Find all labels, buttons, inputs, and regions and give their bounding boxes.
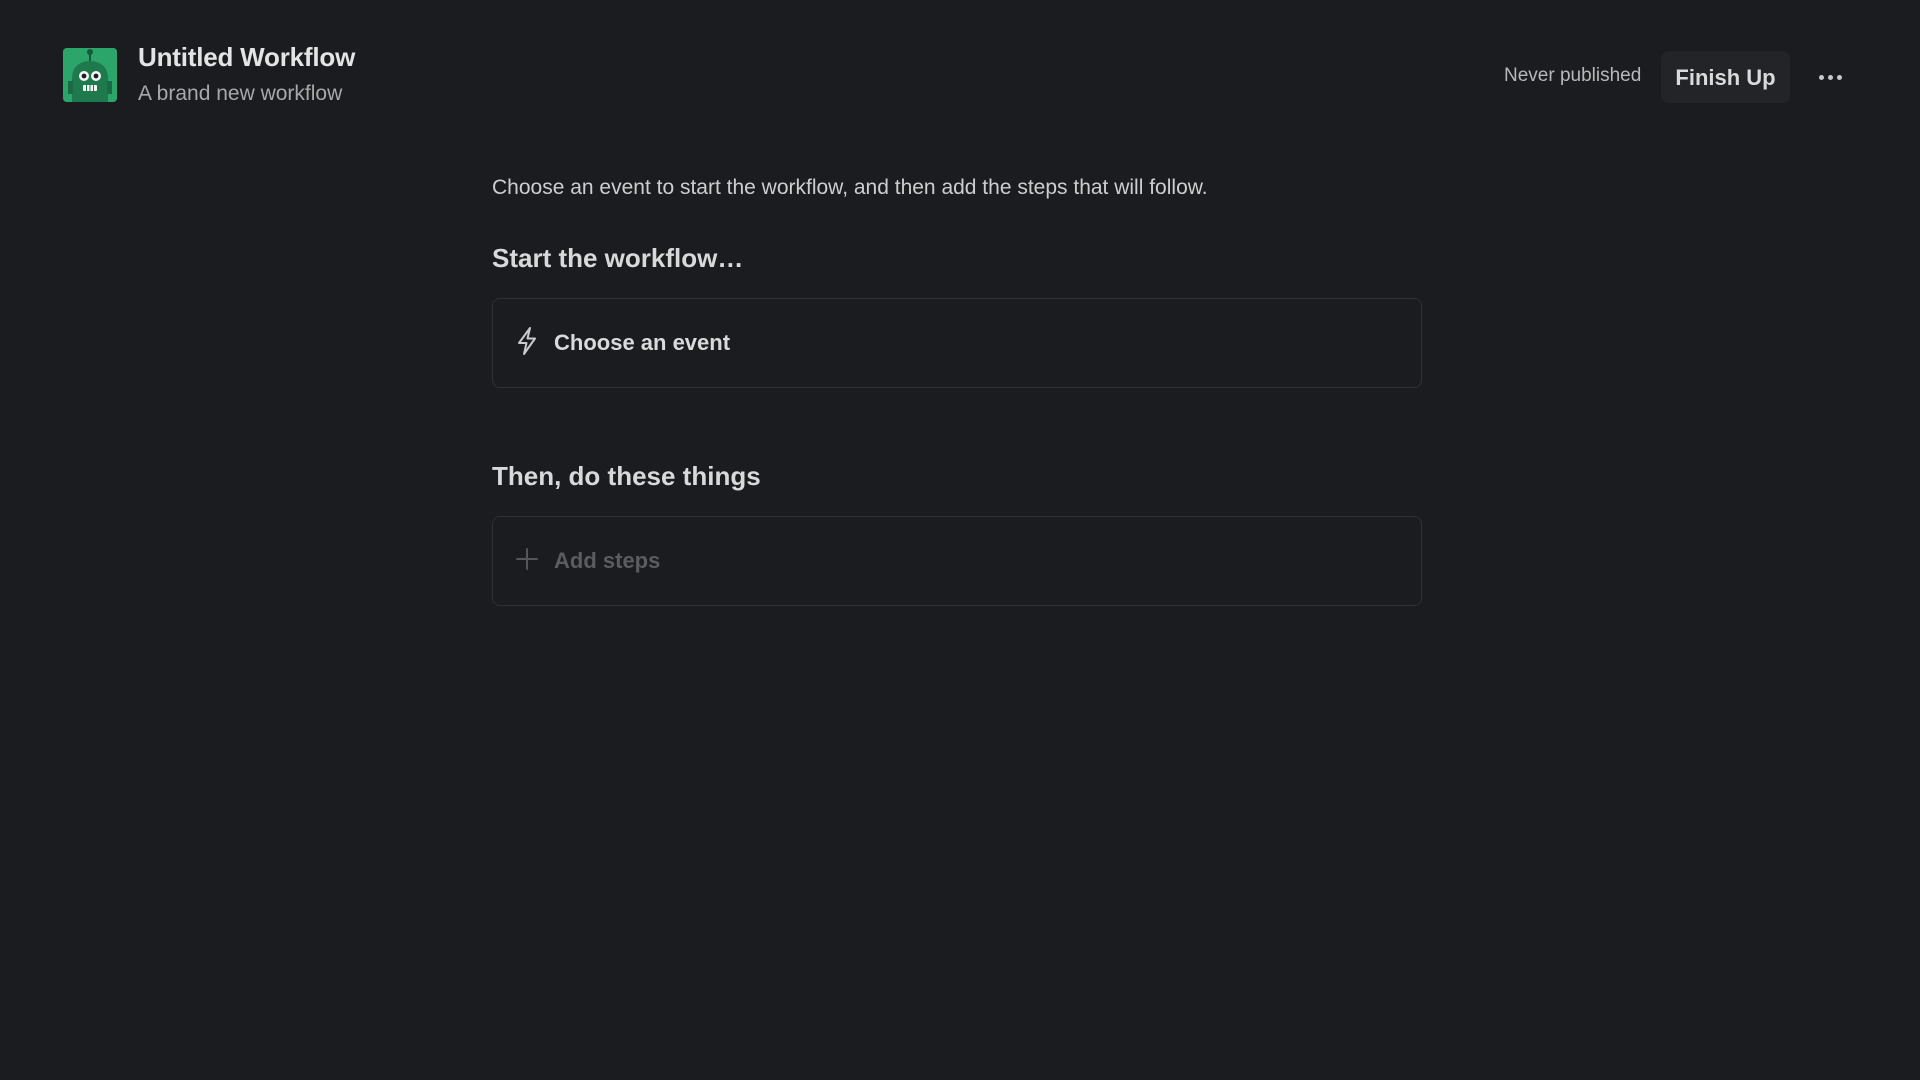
start-heading: Start the workflow… bbox=[492, 243, 744, 273]
more-horizontal-icon bbox=[1827, 74, 1833, 80]
more-options-button[interactable] bbox=[1810, 60, 1850, 94]
lightning-icon bbox=[513, 325, 541, 357]
steps-heading: Then, do these things bbox=[492, 461, 761, 491]
plus-icon bbox=[513, 543, 541, 575]
intro-text: Choose an event to start the workflow, a… bbox=[492, 176, 1208, 199]
add-steps-card[interactable]: Add steps bbox=[492, 516, 1422, 606]
workflow-title-block: Untitled Workflow A brand new workflow bbox=[138, 40, 355, 109]
publish-status: Never published bbox=[1504, 65, 1642, 86]
workflow-description[interactable]: A brand new workflow bbox=[138, 79, 355, 109]
workflow-title[interactable]: Untitled Workflow bbox=[138, 40, 355, 74]
more-horizontal-icon bbox=[1818, 74, 1824, 80]
add-steps-label: Add steps bbox=[554, 548, 661, 573]
workflow-builder: Choose an event to start the workflow, a… bbox=[492, 170, 1422, 606]
choose-event-label: Choose an event bbox=[554, 330, 731, 355]
choose-event-card[interactable]: Choose an event bbox=[492, 298, 1422, 388]
more-horizontal-icon bbox=[1836, 74, 1842, 80]
workflow-header: Untitled Workflow A brand new workflow N… bbox=[0, 0, 1920, 140]
finish-up-button[interactable]: Finish Up bbox=[1661, 51, 1790, 103]
robot-workflow-icon bbox=[63, 48, 117, 102]
